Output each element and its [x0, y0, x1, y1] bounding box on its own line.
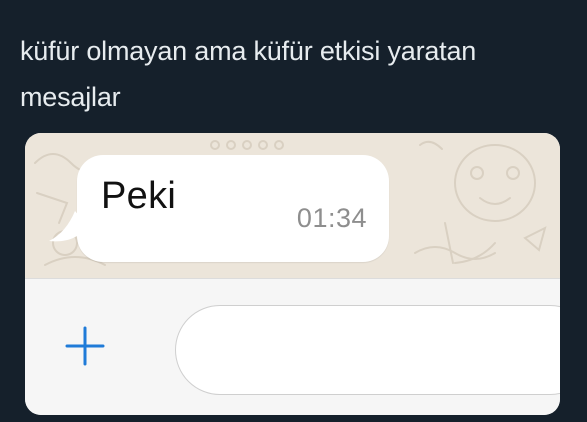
bubble-tail: [49, 211, 87, 242]
chat-wallpaper: Peki 01:34: [25, 133, 560, 278]
message-text-field[interactable]: [175, 305, 560, 395]
message-bubble[interactable]: Peki 01:34: [49, 155, 389, 262]
message-timestamp: 01:34: [296, 203, 367, 233]
plus-icon[interactable]: [65, 326, 105, 366]
chat-screenshot: Peki 01:34: [25, 133, 560, 415]
message-input-bar: [25, 278, 560, 415]
message-text: Peki: [101, 175, 177, 217]
post-text: küfür olmayan ama küfür etkisi yaratan m…: [20, 36, 477, 112]
